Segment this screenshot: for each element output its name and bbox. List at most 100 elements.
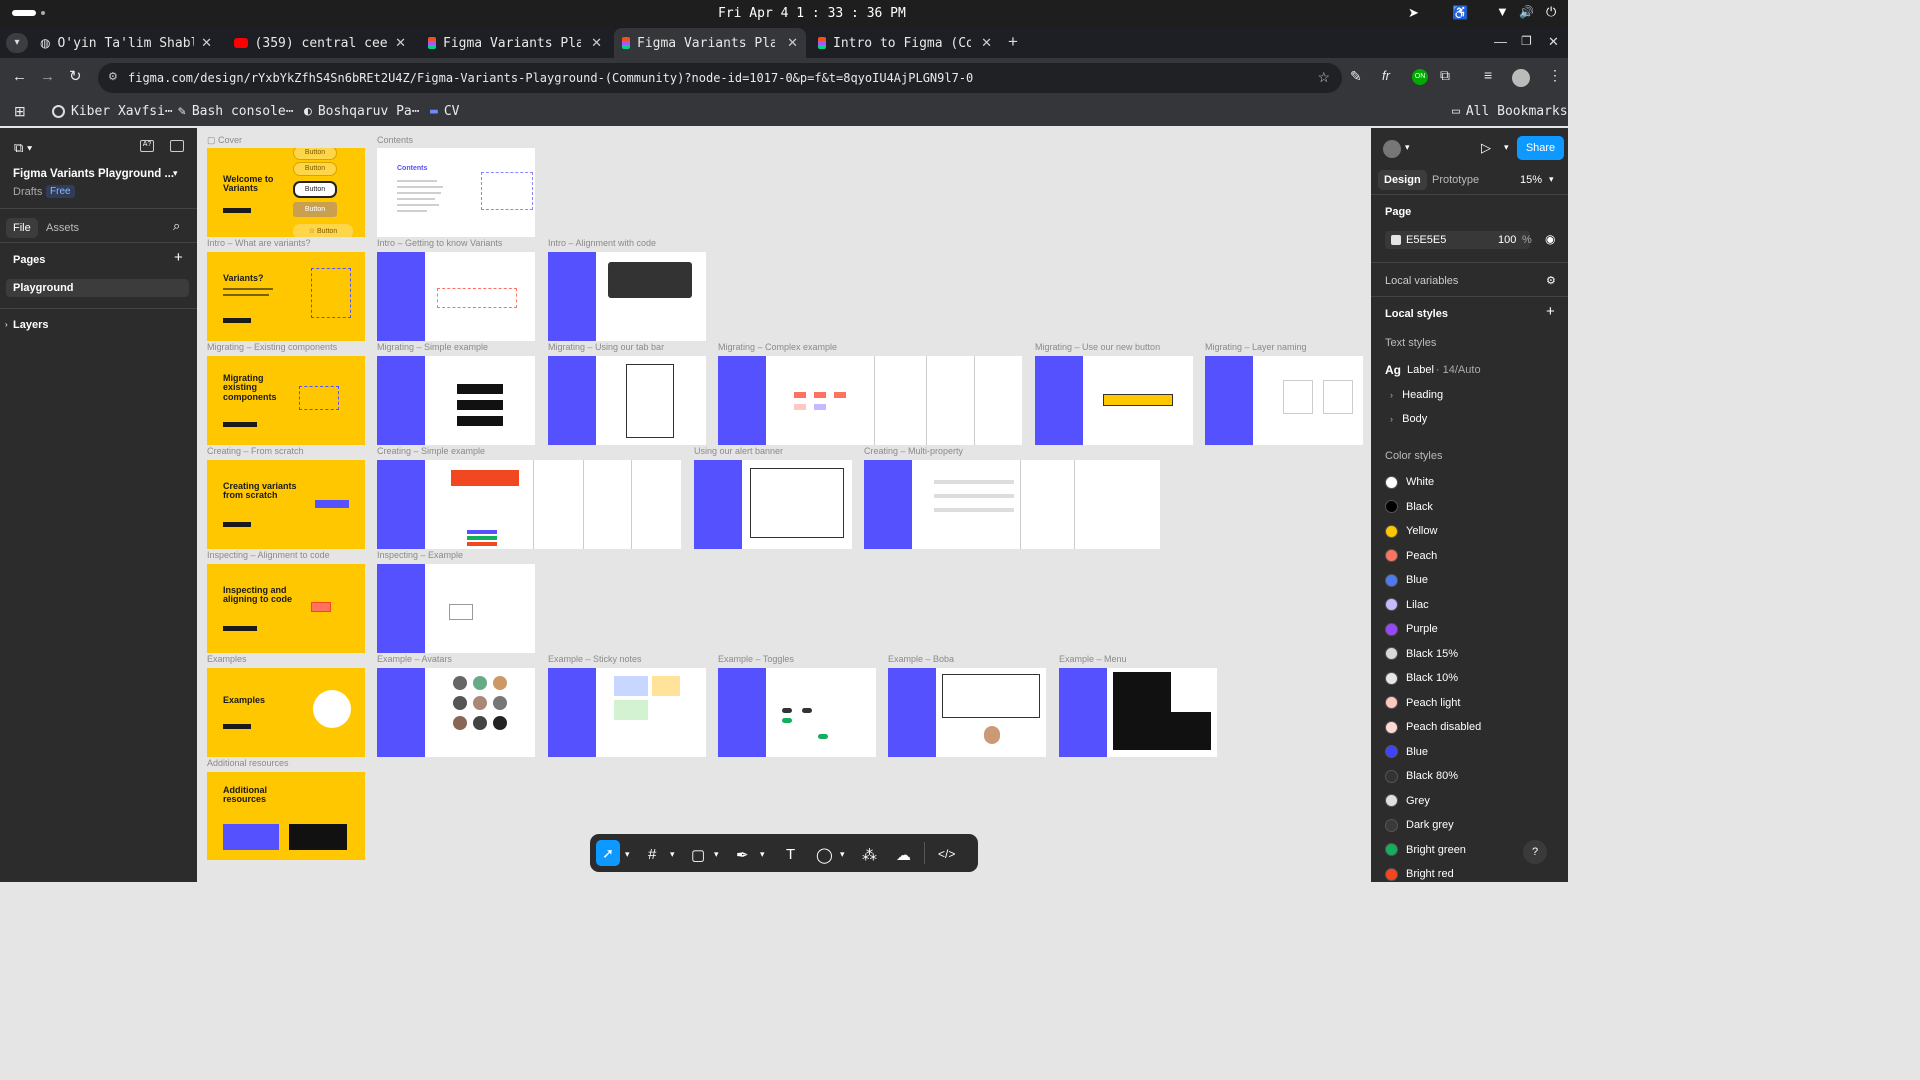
- color-style-item[interactable]: White: [1371, 470, 1568, 495]
- wifi-icon[interactable]: ▼: [1496, 4, 1509, 19]
- color-style-item[interactable]: Peach disabled: [1371, 715, 1568, 740]
- avatars-frame[interactable]: [377, 668, 535, 757]
- telegram-icon[interactable]: ➤: [1408, 5, 1419, 21]
- section-label[interactable]: Example – Boba: [888, 654, 954, 664]
- bg-color-swatch[interactable]: [1391, 235, 1401, 245]
- text-tool-icon[interactable]: T: [786, 846, 795, 863]
- move-tool-button[interactable]: ➚: [596, 840, 620, 866]
- chevron-down-icon[interactable]: ▾: [670, 849, 675, 860]
- close-tab-icon[interactable]: ✕: [395, 35, 406, 51]
- rectangle-tool-icon[interactable]: ▢: [691, 846, 705, 864]
- add-page-icon[interactable]: +: [174, 249, 183, 266]
- minimize-icon[interactable]: —: [1494, 34, 1507, 49]
- extension-pen-icon[interactable]: ✎: [1350, 68, 1362, 85]
- color-style-item[interactable]: Black: [1371, 495, 1568, 520]
- browser-tab-active[interactable]: Figma Variants Playgr ✕: [614, 28, 806, 58]
- intro-alignment-frame[interactable]: [548, 252, 706, 341]
- file-title[interactable]: Figma Variants Playground ...: [13, 168, 174, 180]
- bookmark-item[interactable]: ◐ Boshqaruv Pa⋯: [304, 104, 420, 119]
- extensions-puzzle-icon[interactable]: ⧉: [1440, 67, 1450, 84]
- extension-on-icon[interactable]: ON: [1412, 69, 1428, 85]
- browser-menu-icon[interactable]: ⋮: [1548, 67, 1562, 84]
- ai-icon[interactable]: A?: [140, 140, 154, 152]
- boba-frame[interactable]: [888, 668, 1046, 757]
- color-style-item[interactable]: Blue: [1371, 568, 1568, 593]
- examples-frame[interactable]: Examples: [207, 668, 365, 757]
- visibility-eye-icon[interactable]: ◉: [1545, 232, 1555, 246]
- bookmark-item[interactable]: Kiber Xavfsi⋯: [52, 104, 173, 119]
- migrating-tabbar-frame[interactable]: [548, 356, 706, 445]
- section-label[interactable]: Migrating – Existing components: [207, 342, 337, 352]
- browser-tab[interactable]: ◍ O'yin Ta'lim Shablon ✕: [32, 28, 220, 58]
- section-label[interactable]: Migrating – Complex example: [718, 342, 837, 352]
- migrating-existing-frame[interactable]: Migrating existing components: [207, 356, 365, 445]
- text-style-group-heading[interactable]: › Heading: [1390, 389, 1443, 401]
- menu-frame[interactable]: [1059, 668, 1217, 757]
- color-style-item[interactable]: Black 80%: [1371, 764, 1568, 789]
- activities-pill[interactable]: [12, 10, 36, 16]
- browser-tab[interactable]: Figma Variants Playgr ✕: [420, 28, 610, 58]
- chevron-down-icon[interactable]: ▾: [173, 168, 178, 179]
- canvas[interactable]: ▢ Cover Contents Welcome to Variants But…: [197, 128, 1371, 882]
- browser-tab[interactable]: (359) central cee - Y ✕: [226, 28, 414, 58]
- color-style-item[interactable]: Grey: [1371, 789, 1568, 814]
- migrating-simple-frame[interactable]: [377, 356, 535, 445]
- chevron-right-icon[interactable]: ›: [5, 320, 8, 329]
- section-label[interactable]: Migrating – Layer naming: [1205, 342, 1307, 352]
- actions-tool-icon[interactable]: ⁂: [862, 846, 877, 864]
- resources-frame[interactable]: Additional resources: [207, 772, 365, 860]
- site-info-icon[interactable]: ⚙: [108, 70, 118, 83]
- frame-tool-icon[interactable]: #: [648, 846, 656, 863]
- variables-settings-icon[interactable]: ⚙: [1546, 274, 1556, 287]
- comment-tool-icon[interactable]: ◯: [816, 846, 833, 864]
- drafts-label[interactable]: Drafts: [13, 186, 42, 198]
- section-label[interactable]: Migrating – Simple example: [377, 342, 488, 352]
- section-label[interactable]: Intro – Alignment with code: [548, 238, 656, 248]
- section-label[interactable]: Creating – Simple example: [377, 446, 485, 456]
- tab-file[interactable]: File: [6, 218, 38, 238]
- section-label[interactable]: Additional resources: [207, 758, 289, 768]
- color-style-item[interactable]: Lilac: [1371, 593, 1568, 618]
- browser-tab[interactable]: Intro to Figma (Comm ✕: [810, 28, 1000, 58]
- reading-list-icon[interactable]: ≡: [1484, 67, 1492, 83]
- pen-tool-icon[interactable]: ✒: [736, 846, 749, 864]
- alert-banner-frame[interactable]: [694, 460, 852, 549]
- migrating-button-frame[interactable]: [1035, 356, 1193, 445]
- local-variables-row[interactable]: Local variables: [1385, 275, 1458, 287]
- section-label[interactable]: Example – Sticky notes: [548, 654, 642, 664]
- layers-title[interactable]: Layers: [13, 319, 48, 331]
- power-icon[interactable]: ⏻: [1546, 4, 1556, 20]
- new-tab-icon[interactable]: +: [1008, 32, 1018, 52]
- text-style-label[interactable]: Ag Label · 14/Auto: [1385, 363, 1481, 377]
- inspecting-frame[interactable]: Inspecting and aligning to code: [207, 564, 365, 653]
- close-tab-icon[interactable]: ✕: [591, 35, 602, 51]
- close-window-icon[interactable]: ✕: [1548, 34, 1559, 50]
- profile-avatar[interactable]: [1512, 69, 1530, 87]
- color-style-item[interactable]: Purple: [1371, 617, 1568, 642]
- apps-grid-icon[interactable]: ⊞: [14, 103, 26, 120]
- section-label[interactable]: Examples: [207, 654, 247, 664]
- tab-prototype[interactable]: Prototype: [1432, 174, 1479, 186]
- cover-frame[interactable]: Welcome to Variants Button Button Button…: [207, 148, 365, 237]
- color-style-item[interactable]: Peach light: [1371, 691, 1568, 716]
- migrating-layer-frame[interactable]: [1205, 356, 1363, 445]
- chevron-down-icon[interactable]: ▾: [1504, 142, 1509, 153]
- chevron-down-icon[interactable]: ▾: [760, 849, 765, 860]
- close-tab-icon[interactable]: ✕: [201, 35, 212, 51]
- intro-getting-frame[interactable]: [377, 252, 535, 341]
- intro-variants-frame[interactable]: Variants?: [207, 252, 365, 341]
- bookmark-item[interactable]: ▬ CV: [430, 104, 459, 119]
- search-icon[interactable]: ⌕: [173, 218, 180, 234]
- add-style-icon[interactable]: +: [1546, 303, 1555, 320]
- color-style-item[interactable]: Dark grey: [1371, 813, 1568, 838]
- all-bookmarks-button[interactable]: ▭ All Bookmarks: [1452, 104, 1568, 119]
- toggles-frame[interactable]: [718, 668, 876, 757]
- chevron-down-icon[interactable]: ▾: [625, 849, 630, 860]
- section-label[interactable]: Intro – Getting to know Variants: [377, 238, 502, 248]
- back-icon[interactable]: ←: [12, 68, 27, 85]
- section-label[interactable]: Example – Avatars: [377, 654, 452, 664]
- color-style-item[interactable]: Yellow: [1371, 519, 1568, 544]
- close-tab-icon[interactable]: ✕: [981, 35, 992, 51]
- section-label[interactable]: Creating – Multi-property: [864, 446, 963, 456]
- maximize-icon[interactable]: ❐: [1521, 34, 1532, 48]
